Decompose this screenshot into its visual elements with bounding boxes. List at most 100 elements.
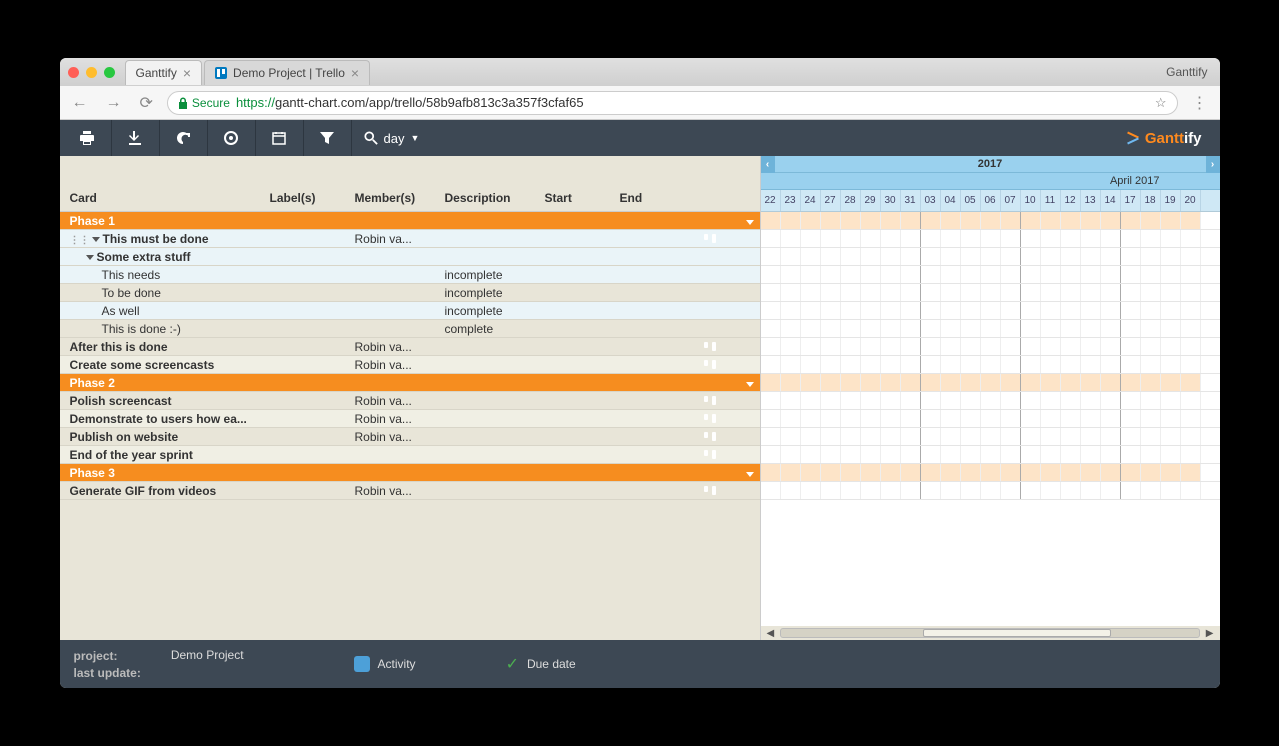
chevron-down-icon: ▼ xyxy=(410,133,419,143)
chevron-down-icon[interactable] xyxy=(86,255,94,260)
member-cell: Robin va... xyxy=(345,340,435,354)
day-header[interactable]: 13 xyxy=(1081,190,1101,211)
filter-button[interactable] xyxy=(304,120,352,156)
browser-window: Ganttify × Demo Project | Trello × Gantt… xyxy=(60,58,1220,688)
task-row[interactable]: Create some screencastsRobin va... xyxy=(60,356,760,374)
scroll-track[interactable] xyxy=(780,628,1200,638)
phase-row[interactable]: Phase 2 xyxy=(60,374,760,392)
task-row[interactable]: This needsincomplete xyxy=(60,266,760,284)
scroll-right[interactable]: ▶ xyxy=(1204,628,1216,639)
member-cell: Robin va... xyxy=(345,394,435,408)
task-row[interactable]: As wellincomplete xyxy=(60,302,760,320)
scroll-left[interactable]: ◀ xyxy=(765,628,777,639)
timeline-header: ‹ 20 17 › April 2017 22232427282930310304… xyxy=(761,156,1220,212)
task-row[interactable]: Publish on websiteRobin va... xyxy=(60,428,760,446)
phase-row[interactable]: Phase 1 xyxy=(60,212,760,230)
day-header[interactable]: 28 xyxy=(841,190,861,211)
close-window[interactable] xyxy=(68,67,79,78)
task-row[interactable]: After this is doneRobin va... xyxy=(60,338,760,356)
day-header[interactable]: 03 xyxy=(921,190,941,211)
month-label: April 2017 xyxy=(1110,175,1160,187)
close-icon[interactable]: × xyxy=(351,65,359,81)
day-header[interactable]: 22 xyxy=(761,190,781,211)
print-button[interactable] xyxy=(64,120,112,156)
next-period[interactable]: › xyxy=(1206,156,1220,173)
download-button[interactable] xyxy=(112,120,160,156)
target-button[interactable] xyxy=(208,120,256,156)
tab-trello[interactable]: Demo Project | Trello × xyxy=(204,60,370,85)
col-label[interactable]: Label(s) xyxy=(260,191,345,205)
menu-button[interactable]: ⋮ xyxy=(1188,93,1212,113)
url-field[interactable]: Secure https://gantt-chart.com/app/trell… xyxy=(167,91,1178,115)
day-header[interactable]: 04 xyxy=(941,190,961,211)
day-header[interactable]: 31 xyxy=(901,190,921,211)
day-header[interactable]: 17 xyxy=(1121,190,1141,211)
task-row[interactable]: Demonstrate to users how ea...Robin va..… xyxy=(60,410,760,428)
drag-handle[interactable]: ⋮⋮ xyxy=(70,235,90,246)
day-header[interactable]: 30 xyxy=(881,190,901,211)
day-header[interactable]: 29 xyxy=(861,190,881,211)
chevron-down-icon[interactable] xyxy=(746,220,754,225)
zoom-control[interactable]: day ▼ xyxy=(352,131,432,146)
icon-cell xyxy=(700,232,740,246)
task-row[interactable]: End of the year sprint xyxy=(60,446,760,464)
task-row[interactable]: Generate GIF from videosRobin va... xyxy=(60,482,760,500)
scroll-thumb[interactable] xyxy=(923,629,1111,637)
close-icon[interactable]: × xyxy=(183,65,191,81)
card-name: Some extra stuff xyxy=(60,250,260,264)
task-row[interactable]: This is done :-)complete xyxy=(60,320,760,338)
month-row: April 2017 xyxy=(761,173,1220,190)
col-card[interactable]: Card xyxy=(60,191,260,205)
reload-button[interactable]: ⟳ xyxy=(136,93,157,113)
grid-row xyxy=(761,320,1220,338)
day-header[interactable]: 20 xyxy=(1181,190,1201,211)
grid-row xyxy=(761,410,1220,428)
task-row[interactable]: Some extra stuff xyxy=(60,248,760,266)
chevron-down-icon[interactable] xyxy=(746,382,754,387)
col-start[interactable]: Start xyxy=(535,191,610,205)
activity-label: Activity xyxy=(378,657,416,671)
tab-label: Ganttify xyxy=(136,66,177,80)
tab-ganttify[interactable]: Ganttify × xyxy=(125,60,203,85)
phase-row[interactable]: Phase 3 xyxy=(60,464,760,482)
day-header[interactable]: 05 xyxy=(961,190,981,211)
bookmark-icon[interactable]: ☆ xyxy=(1155,95,1167,111)
task-row[interactable]: Polish screencastRobin va... xyxy=(60,392,760,410)
address-bar: ← → ⟳ Secure https://gantt-chart.com/app… xyxy=(60,86,1220,120)
task-panel: Card Label(s) Member(s) Description Star… xyxy=(60,156,760,640)
minimize-window[interactable] xyxy=(86,67,97,78)
calendar-button[interactable] xyxy=(256,120,304,156)
day-header[interactable]: 12 xyxy=(1061,190,1081,211)
task-row[interactable]: To be doneincomplete xyxy=(60,284,760,302)
icon-cell xyxy=(700,484,740,498)
col-member[interactable]: Member(s) xyxy=(345,191,435,205)
task-row[interactable]: ⋮⋮This must be doneRobin va... xyxy=(60,230,760,248)
grid-row xyxy=(761,248,1220,266)
gantt-grid[interactable] xyxy=(761,212,1220,626)
refresh-button[interactable] xyxy=(160,120,208,156)
grid-row xyxy=(761,212,1220,230)
day-header[interactable]: 07 xyxy=(1001,190,1021,211)
col-desc[interactable]: Description xyxy=(435,191,535,205)
day-header[interactable]: 23 xyxy=(781,190,801,211)
day-header[interactable]: 18 xyxy=(1141,190,1161,211)
desc-cell: complete xyxy=(435,322,535,336)
back-button[interactable]: ← xyxy=(68,94,92,112)
day-headers: 2223242728293031030405060710111213141718… xyxy=(761,190,1220,212)
day-header[interactable]: 10 xyxy=(1021,190,1041,211)
day-header[interactable]: 19 xyxy=(1161,190,1181,211)
day-header[interactable]: 14 xyxy=(1101,190,1121,211)
grid-row xyxy=(761,446,1220,464)
day-header[interactable]: 24 xyxy=(801,190,821,211)
chevron-down-icon[interactable] xyxy=(92,237,100,242)
chevron-down-icon[interactable] xyxy=(746,472,754,477)
prev-period[interactable]: ‹ xyxy=(761,156,775,173)
horizontal-scrollbar[interactable]: ◀ ▶ xyxy=(761,626,1220,640)
day-header[interactable]: 06 xyxy=(981,190,1001,211)
col-end[interactable]: End xyxy=(610,191,700,205)
forward-button[interactable]: → xyxy=(102,94,126,112)
maximize-window[interactable] xyxy=(104,67,115,78)
day-header[interactable]: 27 xyxy=(821,190,841,211)
day-header[interactable]: 11 xyxy=(1041,190,1061,211)
grid-row xyxy=(761,356,1220,374)
